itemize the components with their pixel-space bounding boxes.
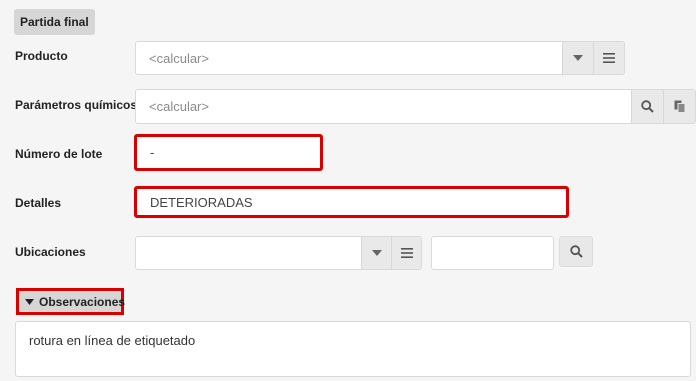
caret-down-icon (25, 298, 34, 305)
search-icon[interactable] (631, 90, 663, 123)
ubicaciones-secondary-input[interactable] (431, 236, 554, 270)
parametros-input[interactable]: <calcular> (135, 89, 696, 124)
list-icon[interactable] (593, 42, 624, 74)
caret-down-icon[interactable] (361, 237, 391, 269)
producto-placeholder: <calcular> (149, 50, 209, 66)
ubicaciones-search-button[interactable] (559, 236, 593, 267)
producto-select[interactable]: <calcular> (135, 41, 625, 75)
observaciones-toggle[interactable]: Observaciones (16, 288, 126, 315)
lote-input[interactable]: - (134, 134, 323, 171)
list-icon[interactable] (391, 237, 421, 269)
ubicaciones-select[interactable] (135, 236, 422, 270)
producto-label: Producto (15, 49, 68, 63)
detalles-value: DETERIORADAS (150, 194, 253, 210)
lote-value: - (150, 145, 155, 160)
detalles-label: Detalles (15, 196, 62, 210)
detalles-input[interactable]: DETERIORADAS (134, 186, 569, 218)
observaciones-text: rotura en línea de etiquetado (29, 333, 196, 348)
lote-label: Número de lote (15, 147, 103, 161)
search-icon (569, 245, 583, 258)
parametros-placeholder: <calcular> (149, 99, 209, 114)
parametros-label: Parámetros químicos (15, 98, 138, 112)
section-title-tag: Partida final (14, 9, 95, 35)
caret-down-icon[interactable] (562, 42, 593, 74)
observaciones-textarea[interactable]: rotura en línea de etiquetado (15, 321, 691, 377)
copy-icon[interactable] (663, 90, 695, 123)
observaciones-label: Observaciones (39, 294, 126, 309)
ubicaciones-label: Ubicaciones (15, 245, 86, 259)
